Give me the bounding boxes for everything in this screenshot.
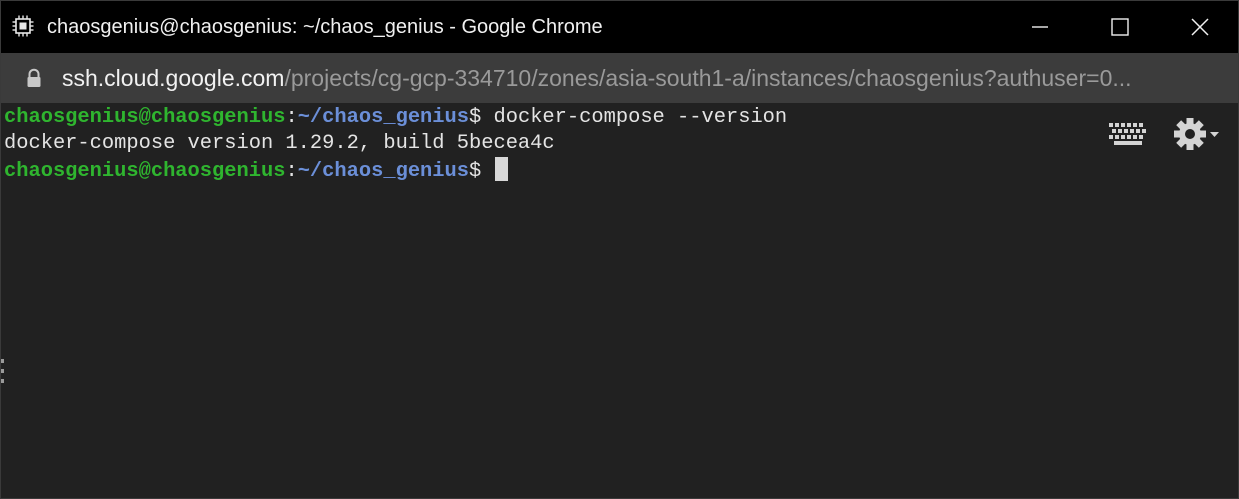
terminal-line: chaosgenius@chaosgenius:~/chaos_genius$ … bbox=[4, 105, 787, 131]
close-button[interactable] bbox=[1160, 1, 1238, 53]
terminal-line: chaosgenius@chaosgenius:~/chaos_genius$ bbox=[4, 157, 787, 185]
prompt-symbol: $ bbox=[469, 160, 494, 183]
prompt-colon: : bbox=[285, 106, 298, 129]
url-domain: ssh.cloud.google.com bbox=[62, 65, 285, 91]
url-path: /projects/cg-gcp-334710/zones/asia-south… bbox=[284, 65, 1132, 91]
prompt-user-host: chaosgenius@chaosgenius bbox=[4, 160, 286, 183]
minimize-icon bbox=[1032, 26, 1048, 28]
maximize-icon bbox=[1111, 18, 1129, 36]
address-bar[interactable]: ssh.cloud.google.com/projects/cg-gcp-334… bbox=[1, 53, 1238, 103]
terminal-cursor bbox=[495, 157, 509, 181]
chrome-window: chaosgenius@chaosgenius: ~/chaos_genius … bbox=[0, 0, 1239, 499]
url-text[interactable]: ssh.cloud.google.com/projects/cg-gcp-334… bbox=[62, 53, 1132, 103]
prompt-path: ~/chaos_genius bbox=[297, 106, 469, 129]
prompt-path: ~/chaos_genius bbox=[297, 160, 469, 183]
lock-icon[interactable] bbox=[23, 67, 45, 89]
prompt-symbol: $ bbox=[469, 106, 494, 129]
terminal-line: docker-compose version 1.29.2, build 5be… bbox=[4, 131, 787, 157]
gear-icon[interactable] bbox=[1173, 115, 1223, 153]
window-title: chaosgenius@chaosgenius: ~/chaos_genius … bbox=[47, 16, 603, 38]
minimize-button[interactable] bbox=[1000, 1, 1080, 53]
prompt-colon: : bbox=[285, 160, 298, 183]
terminal-area[interactable]: chaosgenius@chaosgenius:~/chaos_genius$ … bbox=[1, 103, 1238, 498]
chip-icon bbox=[11, 14, 35, 38]
command-text: docker-compose --version bbox=[493, 106, 788, 129]
terminal-output: chaosgenius@chaosgenius:~/chaos_genius$ … bbox=[4, 105, 787, 185]
output-text: docker-compose version 1.29.2, build 5be… bbox=[4, 132, 555, 155]
maximize-button[interactable] bbox=[1080, 1, 1160, 53]
title-bar[interactable]: chaosgenius@chaosgenius: ~/chaos_genius … bbox=[1, 1, 1238, 53]
prompt-user-host: chaosgenius@chaosgenius bbox=[4, 106, 286, 129]
resize-grip[interactable] bbox=[1, 359, 4, 383]
close-icon bbox=[1191, 18, 1209, 36]
keyboard-icon[interactable] bbox=[1108, 121, 1148, 147]
